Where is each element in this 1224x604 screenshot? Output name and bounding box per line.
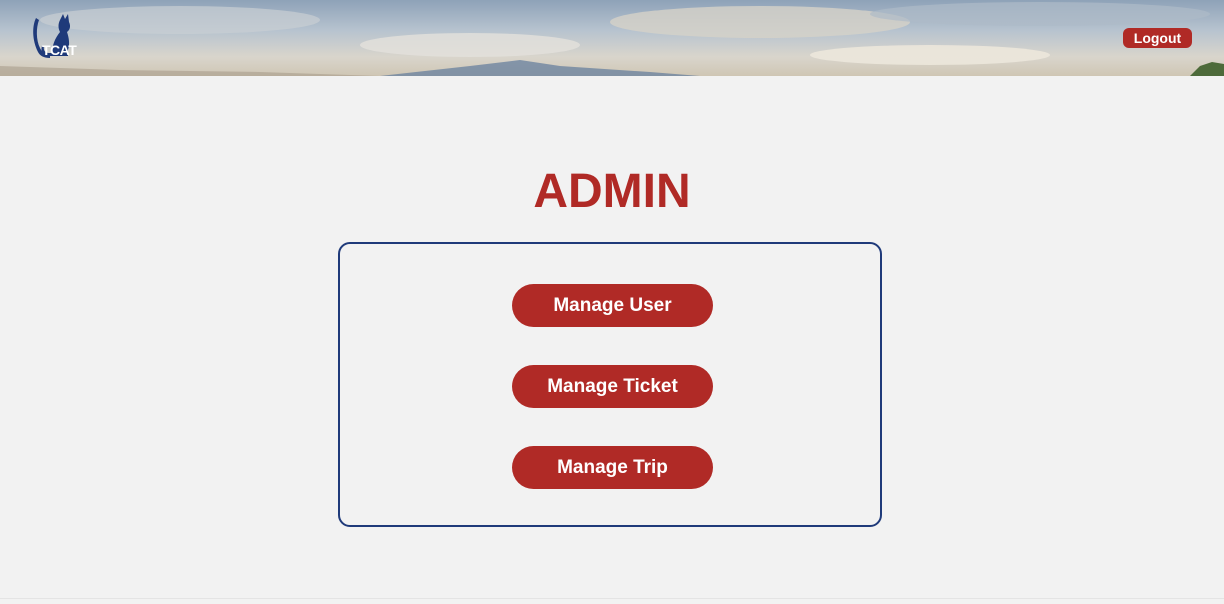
header-banner: TCAT Logout: [0, 0, 1224, 76]
manage-trip-button[interactable]: Manage Trip: [512, 446, 713, 489]
sky-background-image: [0, 2, 1224, 76]
logout-button[interactable]: Logout: [1123, 28, 1192, 48]
footer-divider: [0, 598, 1224, 599]
manage-user-button[interactable]: Manage User: [512, 284, 713, 327]
logo-text: TCAT: [42, 42, 77, 58]
page-title: ADMIN: [533, 165, 691, 218]
manage-ticket-button[interactable]: Manage Ticket: [512, 365, 713, 408]
